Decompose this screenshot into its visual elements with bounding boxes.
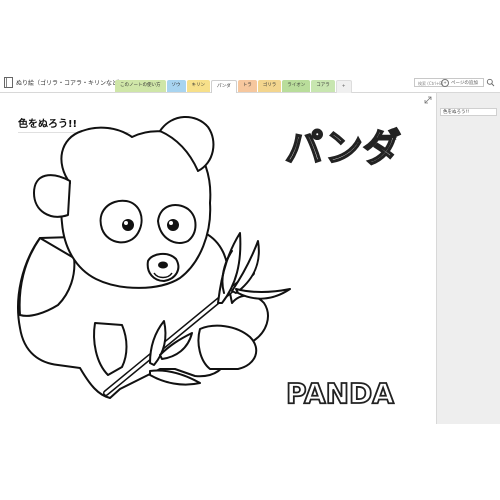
tab-elephant[interactable]: ゾウ: [166, 80, 186, 92]
tab-koala[interactable]: コアラ: [311, 80, 335, 92]
page-list-item[interactable]: 色をぬろう!!: [440, 108, 497, 116]
tab-lion[interactable]: ライオン: [282, 80, 311, 92]
tab-label: コアラ: [316, 83, 330, 88]
page-canvas[interactable]: 色をぬろう!! パンダ PANDA: [0, 93, 437, 424]
notebook-icon: [4, 77, 13, 88]
tab-gorilla[interactable]: ゴリラ: [257, 80, 282, 92]
add-page-icon: +: [441, 79, 449, 87]
onenote-window: ぬり絵（ゴリラ・コアラ・キリンなど） このノートの使い方 ゾウ キリン パンダ …: [0, 74, 500, 424]
tab-label: トラ: [242, 83, 252, 88]
tab-label: キリン: [191, 83, 206, 88]
tab-tiger[interactable]: トラ: [237, 80, 257, 92]
add-page-label: ページの追加: [451, 81, 478, 86]
search-icon[interactable]: [486, 78, 495, 87]
plus-icon: +: [341, 84, 346, 89]
tab-giraffe[interactable]: キリン: [186, 80, 210, 92]
tab-label: パンダ: [217, 84, 231, 89]
katakana-title: パンダ: [285, 126, 401, 170]
tab-label: ゴリラ: [262, 83, 277, 88]
tab-label: このノートの使い方: [120, 83, 161, 88]
tab-panda[interactable]: パンダ: [211, 80, 237, 93]
tab-label: ライオン: [287, 83, 306, 88]
panda-coloring-image: パンダ PANDA: [17, 115, 402, 411]
pages-panel: + ページの追加 色をぬろう!!: [437, 79, 500, 424]
tab-how-to-use[interactable]: このノートの使い方: [115, 80, 166, 92]
title-bar: ぬり絵（ゴリラ・コアラ・キリンなど） このノートの使い方 ゾウ キリン パンダ …: [0, 74, 500, 93]
section-tabs: このノートの使い方 ゾウ キリン パンダ トラ ゴリラ ライオン コアラ +: [115, 80, 353, 93]
english-title: PANDA: [286, 377, 394, 410]
notebook-title[interactable]: ぬり絵（ゴリラ・コアラ・キリンなど）: [16, 78, 124, 87]
add-section-button[interactable]: +: [335, 80, 352, 93]
tab-label: ゾウ: [171, 83, 181, 88]
add-page-button[interactable]: + ページの追加: [441, 79, 478, 87]
